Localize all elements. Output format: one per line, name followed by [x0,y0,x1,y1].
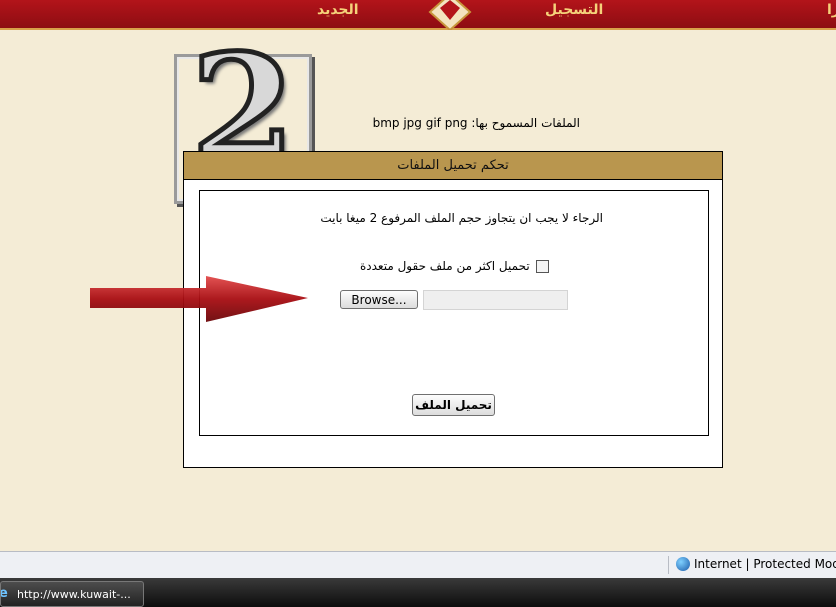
red-arrow-icon [90,276,308,322]
status-bar: Internet | Protected Mode: [0,551,836,579]
taskbar: e http://www.kuwait-... [0,578,836,607]
multi-upload-label: تحميل اكثر من ملف حقول متعددة [360,259,530,273]
browse-button[interactable]: Browse... [340,290,418,309]
nav-partial-link[interactable]: را [827,2,836,18]
top-nav-bar: التسجيل الجديد را [0,0,836,30]
allowed-file-types: الملفات المسموح بها: bmp jpg gif png [372,116,580,130]
ie-icon: e [1,587,13,601]
taskbar-window-title: http://www.kuwait-... [17,587,131,601]
multi-upload-option: تحميل اكثر من ملف حقول متعددة [360,259,549,273]
nav-new-link[interactable]: الجديد [317,2,359,18]
taskbar-browser-window[interactable]: e http://www.kuwait-... [0,581,144,607]
security-zone[interactable]: Internet | Protected Mode: [676,557,836,571]
globe-icon [676,557,690,571]
file-path-field[interactable] [423,290,568,310]
upload-panel-title: تحكم تحميل الملفات [184,152,722,180]
upload-file-button[interactable]: تحميل الملف [412,394,495,416]
security-zone-label: Internet | Protected Mode: [694,557,836,571]
forum-emblem-icon [428,0,472,30]
status-separator [668,556,669,574]
nav-register-link[interactable]: التسجيل [545,2,603,18]
multi-upload-checkbox[interactable] [535,259,549,273]
file-size-note: الرجاء لا يجب ان يتجاوز حجم الملف المرفو… [320,211,603,225]
